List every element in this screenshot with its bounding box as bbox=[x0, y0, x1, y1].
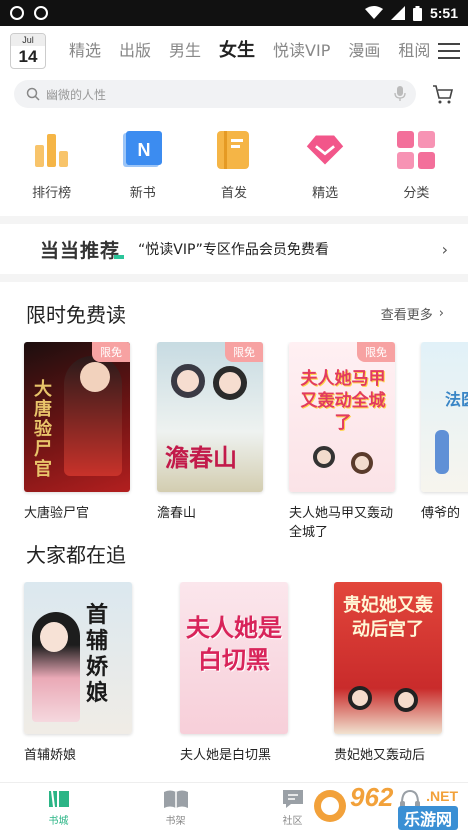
book-cover: 法医 bbox=[421, 342, 468, 492]
free-badge: 限免 bbox=[225, 342, 263, 362]
search-placeholder: 幽微的人性 bbox=[46, 87, 107, 102]
tab-female[interactable]: 女生 bbox=[210, 36, 264, 66]
search-input[interactable]: 幽微的人性 bbox=[14, 80, 416, 108]
search-icon bbox=[26, 87, 40, 101]
bookstore-page: 5:51 Jul 14 精选 出版 男生 女生 悦读VIP 漫画 租阅 幽微的人… bbox=[0, 0, 468, 832]
book-title: 贵妃她又轰动后 bbox=[334, 748, 426, 762]
book-card[interactable]: 大唐验尸官 限免 大唐验尸官 bbox=[24, 342, 130, 523]
cover-title-text: 夫人她是白切黑 bbox=[186, 613, 282, 674]
cover-title-text: 首辅娇娘 bbox=[86, 602, 109, 706]
book-card[interactable]: 法医 傅爷的 bbox=[421, 342, 468, 523]
book-title: 澹春山 bbox=[157, 506, 197, 521]
wifi-icon bbox=[364, 6, 383, 19]
promo-text: “悦读VIP”专区作品会员免费看 bbox=[138, 242, 329, 258]
tab-male[interactable]: 男生 bbox=[160, 36, 210, 66]
section-divider-2 bbox=[0, 274, 468, 282]
tab-rental[interactable]: 租阅 bbox=[389, 36, 432, 66]
book-cover: 大唐验尸官 限免 bbox=[24, 342, 130, 492]
dangdang-recommend-logo: 当当推荐 bbox=[40, 236, 125, 263]
book-cover: 夫人她是白切黑 bbox=[180, 582, 288, 734]
microphone-icon[interactable] bbox=[394, 86, 406, 102]
channel-tabs: 精选 出版 男生 女生 悦读VIP 漫画 租阅 bbox=[60, 36, 432, 66]
book-title: 傅爷的 bbox=[421, 506, 461, 521]
cover-title-text: 夫人她马甲又轰动全城了 bbox=[300, 369, 386, 433]
cover-title-text: 贵妃她又轰动后宫了 bbox=[343, 595, 433, 640]
book-title: 大唐验尸官 bbox=[24, 506, 90, 521]
nav-bookshelf[interactable]: 书架 bbox=[117, 783, 234, 832]
first-release-icon bbox=[214, 130, 254, 170]
category-first-release[interactable]: 首发 bbox=[199, 130, 269, 216]
ranking-icon bbox=[32, 130, 72, 170]
book-cover: 贵妃她又轰动后宫了 bbox=[334, 582, 442, 734]
battery-icon bbox=[412, 5, 422, 21]
watermark-logo-icon bbox=[314, 790, 346, 822]
promo-banner[interactable]: 当当推荐 “悦读VIP”专区作品会员免费看 › bbox=[0, 224, 468, 274]
everyone-chasing-title: 大家都在追 bbox=[26, 542, 126, 567]
nav-bookstore[interactable]: 书城 bbox=[0, 783, 117, 832]
category-ranking[interactable]: 排行榜 bbox=[17, 130, 87, 216]
site-watermark: 962 .NET 乐游网 bbox=[312, 782, 462, 830]
notification-icon bbox=[10, 6, 24, 20]
book-card[interactable]: 贵妃她又轰动后宫了 贵妃她又轰动后 bbox=[334, 582, 442, 762]
cover-title-text: 澹春山 bbox=[165, 443, 237, 472]
menu-icon[interactable] bbox=[438, 43, 460, 59]
tab-comics[interactable]: 漫画 bbox=[339, 36, 389, 66]
free-read-title: 限时免费读 bbox=[26, 302, 126, 327]
book-title: 夫人她马甲又轰动全城了 bbox=[289, 506, 394, 538]
watermark-number: 962 bbox=[350, 782, 394, 812]
tab-vip[interactable]: 悦读VIP bbox=[264, 36, 339, 66]
category-new-books[interactable]: N 新书 bbox=[108, 130, 178, 216]
cover-title-text: 法医 bbox=[445, 390, 468, 409]
book-card[interactable]: 夫人她马甲又轰动全城了 限免 夫人她马甲又轰动全城了 bbox=[289, 342, 395, 538]
book-title: 夫人她是白切黑 bbox=[180, 748, 272, 762]
book-card[interactable]: 澹春山 限免 澹春山 bbox=[157, 342, 263, 523]
book-cover: 首辅娇娘 bbox=[24, 582, 132, 734]
free-badge: 限免 bbox=[92, 342, 130, 362]
new-book-icon: N bbox=[122, 130, 163, 170]
selected-icon bbox=[305, 130, 345, 170]
shopping-cart-icon[interactable] bbox=[432, 84, 454, 104]
free-badge: 限免 bbox=[357, 342, 395, 362]
watermark-net: .NET bbox=[426, 788, 458, 804]
signal-icon bbox=[390, 6, 405, 20]
bookshelf-icon bbox=[163, 790, 188, 808]
tab-featured[interactable]: 精选 bbox=[60, 36, 110, 66]
category-classify[interactable]: 分类 bbox=[381, 130, 451, 216]
calendar-date-badge[interactable]: Jul 14 bbox=[10, 33, 46, 69]
book-title: 首辅娇娘 bbox=[24, 748, 77, 762]
date-day: 14 bbox=[18, 47, 38, 66]
category-grid-icon bbox=[396, 130, 436, 170]
book-card[interactable]: 夫人她是白切黑 夫人她是白切黑 bbox=[180, 582, 288, 762]
category-row: 排行榜 N 新书 首发 精选 分类 bbox=[0, 112, 468, 216]
everyone-chasing-list: 首辅娇娘 首辅娇娘 夫人她是白切黑 夫人她是白切黑 贵妃她又轰动后宫了 贵妃她又… bbox=[0, 582, 468, 762]
status-time: 5:51 bbox=[429, 5, 458, 21]
tab-publishing[interactable]: 出版 bbox=[110, 36, 160, 66]
notification-icon-2 bbox=[34, 6, 48, 20]
book-cover: 夫人她马甲又轰动全城了 限免 bbox=[289, 342, 395, 492]
free-read-list: 大唐验尸官 限免 大唐验尸官 澹春山 限免 澹春山 夫人她马甲又轰动全城了 限免… bbox=[0, 342, 468, 538]
date-month: Jul bbox=[11, 34, 45, 46]
chevron-right-icon: › bbox=[438, 305, 444, 321]
chevron-right-icon: › bbox=[441, 239, 448, 259]
category-selected[interactable]: 精选 bbox=[290, 130, 360, 216]
status-bar: 5:51 bbox=[0, 0, 468, 26]
top-nav: Jul 14 精选 出版 男生 女生 悦读VIP 漫画 租阅 bbox=[0, 26, 468, 76]
community-icon bbox=[282, 789, 303, 808]
section-divider bbox=[0, 216, 468, 224]
cover-title-text: 大唐验尸官 bbox=[34, 379, 52, 480]
search-row: 幽微的人性 bbox=[0, 76, 468, 112]
book-card[interactable]: 首辅娇娘 首辅娇娘 bbox=[24, 582, 132, 762]
svg-text:N: N bbox=[137, 140, 150, 160]
book-cover: 澹春山 限免 bbox=[157, 342, 263, 492]
bookstore-icon bbox=[48, 790, 69, 807]
free-read-header: 限时免费读 查看更多 › bbox=[0, 290, 468, 336]
see-more-link[interactable]: 查看更多 › bbox=[381, 304, 444, 323]
watermark-site-name: 乐游网 bbox=[397, 806, 458, 830]
